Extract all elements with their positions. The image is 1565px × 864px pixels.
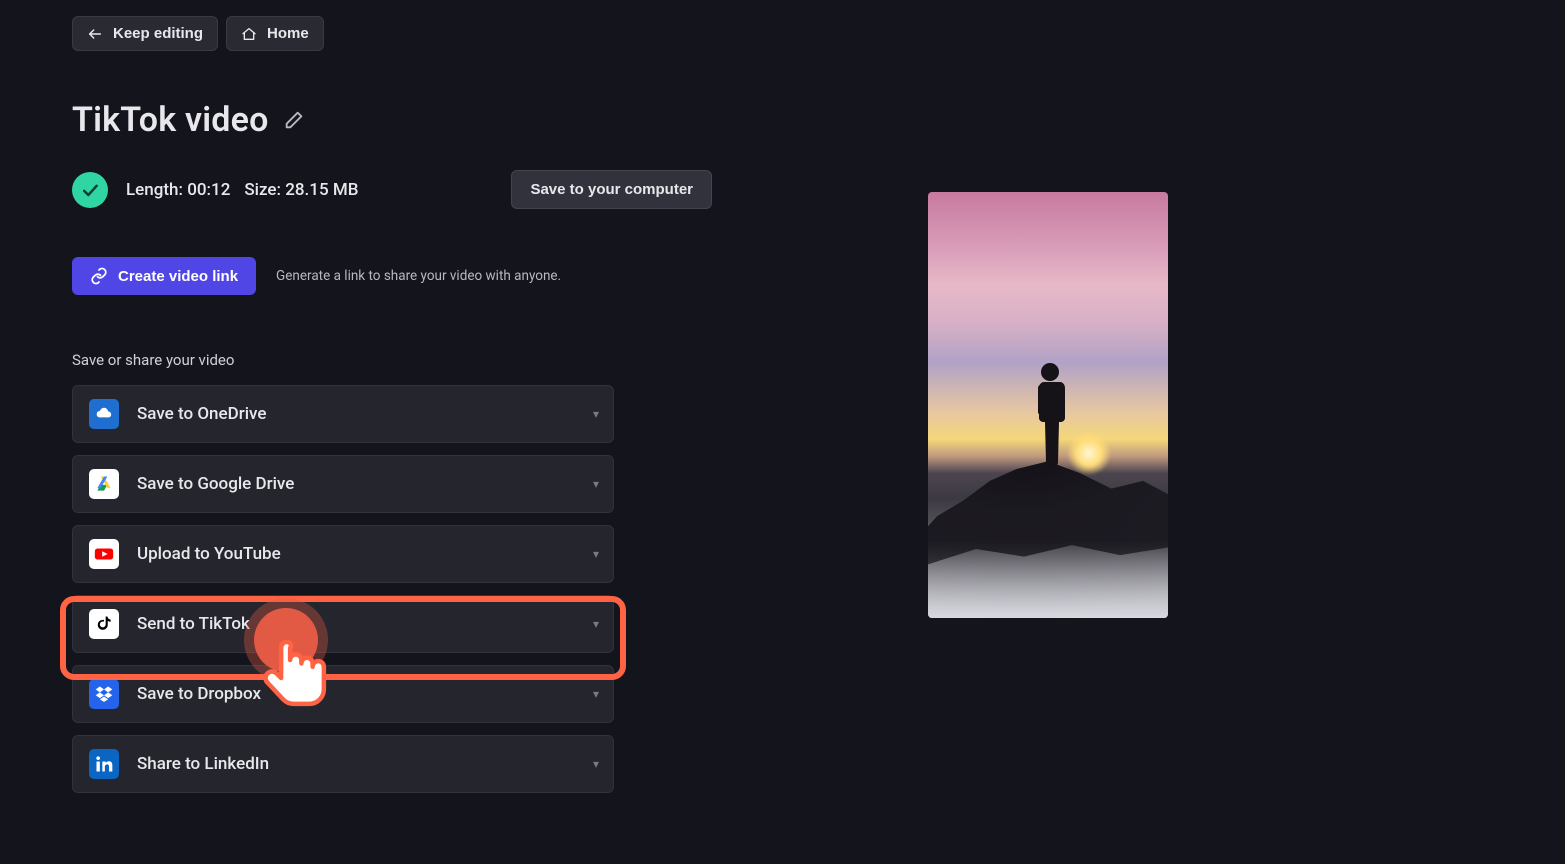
success-check-icon [72,172,108,208]
page-title: TikTok video [72,100,269,140]
person-silhouette [1026,358,1074,478]
home-icon [241,26,257,42]
meta-text: Length: 00:12 Size: 28.15 MB [126,180,358,200]
pencil-icon[interactable] [283,109,305,131]
create-video-link-label: Create video link [118,268,238,285]
create-link-hint: Generate a link to share your video with… [276,268,561,284]
option-tiktok-label: Send to TikTok [137,614,250,634]
main-panel: TikTok video Length: 00:12 Size: 28.15 M… [72,100,712,793]
chevron-down-icon: ▾ [593,687,599,701]
dropbox-icon [89,679,119,709]
option-gdrive-label: Save to Google Drive [137,474,294,494]
chevron-down-icon: ▾ [593,757,599,771]
title-row: TikTok video [72,100,712,140]
topbar: Keep editing Home [72,16,324,51]
section-label: Save or share your video [72,351,712,369]
chevron-down-icon: ▾ [593,547,599,561]
option-youtube[interactable]: Upload to YouTube ▾ [72,525,614,583]
chevron-down-icon: ▾ [593,617,599,631]
chevron-down-icon: ▾ [593,477,599,491]
option-linkedin-label: Share to LinkedIn [137,754,269,774]
link-icon [90,267,108,285]
home-label: Home [267,25,309,42]
option-onedrive[interactable]: Save to OneDrive ▾ [72,385,614,443]
google-drive-icon [89,469,119,499]
onedrive-icon [89,399,119,429]
share-options-list: Save to OneDrive ▾ Save to Google Drive … [72,385,614,793]
create-video-link-button[interactable]: Create video link [72,257,256,295]
option-linkedin[interactable]: Share to LinkedIn ▾ [72,735,614,793]
meta-row: Length: 00:12 Size: 28.15 MB Save to you… [72,170,712,209]
youtube-icon [89,539,119,569]
home-button[interactable]: Home [226,16,324,51]
option-tiktok[interactable]: Send to TikTok ▾ [72,595,614,653]
option-youtube-label: Upload to YouTube [137,544,281,564]
save-to-computer-button[interactable]: Save to your computer [511,170,712,209]
keep-editing-button[interactable]: Keep editing [72,16,218,51]
linkedin-icon [89,749,119,779]
video-thumbnail [928,192,1168,618]
link-row: Create video link Generate a link to sha… [72,257,712,295]
option-onedrive-label: Save to OneDrive [137,404,266,424]
chevron-down-icon: ▾ [593,407,599,421]
length-text: Length: 00:12 [126,180,230,200]
option-dropbox-label: Save to Dropbox [137,684,261,704]
size-text: Size: 28.15 MB [244,180,358,200]
keep-editing-label: Keep editing [113,25,203,42]
tiktok-icon [89,609,119,639]
arrow-left-icon [87,26,103,42]
option-google-drive[interactable]: Save to Google Drive ▾ [72,455,614,513]
option-dropbox[interactable]: Save to Dropbox ▾ [72,665,614,723]
